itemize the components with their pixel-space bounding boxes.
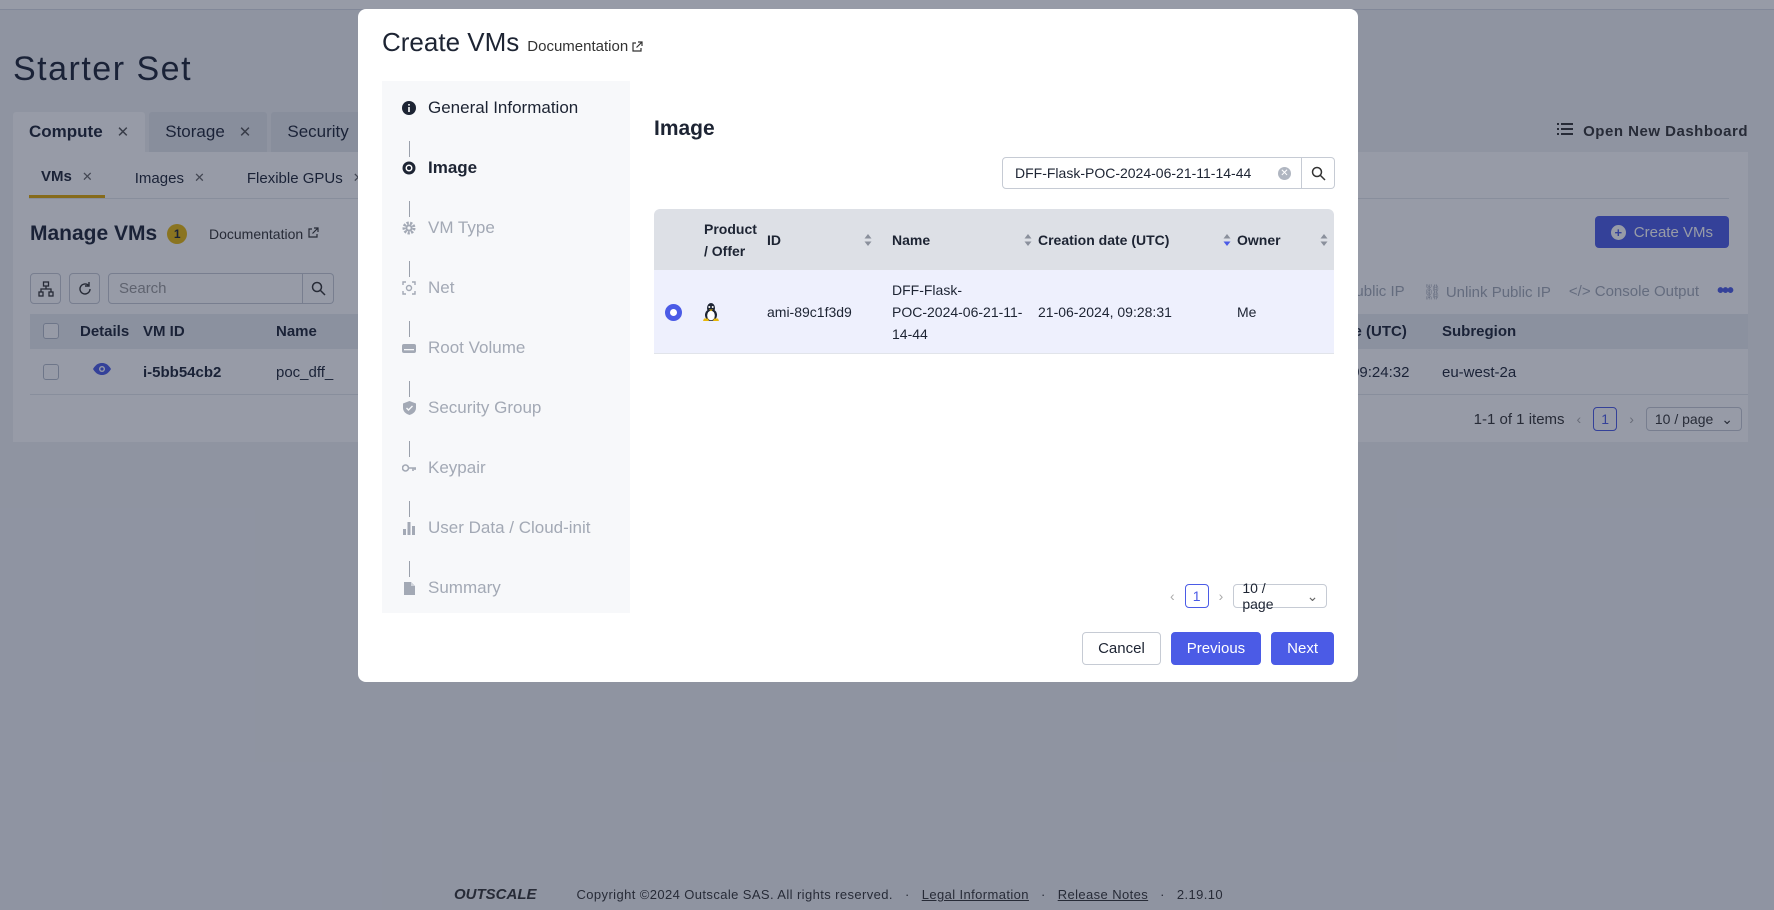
image-pagination: ‹ 1 › 10 / page ⌄ — [1170, 580, 1328, 612]
net-icon — [402, 281, 416, 295]
col-creation-label: Creation date (UTC) — [1038, 231, 1170, 248]
col-name-label: Name — [892, 231, 931, 248]
disk-icon — [402, 341, 416, 355]
col-product-line2: / Offer — [704, 242, 746, 259]
page-size-select[interactable]: 10 / page ⌄ — [1233, 580, 1328, 612]
col-creation[interactable]: Creation date (UTC) — [1038, 209, 1237, 270]
col-id[interactable]: ID — [767, 209, 878, 270]
page-number[interactable]: 1 — [1184, 584, 1209, 608]
step-connector — [409, 441, 410, 457]
step-label: User Data / Cloud-init — [428, 518, 591, 537]
shield-icon — [402, 401, 416, 415]
chevron-right-icon[interactable]: › — [1219, 588, 1224, 604]
image-search-button[interactable] — [1302, 157, 1335, 189]
modal-documentation-link[interactable]: Documentation — [527, 38, 643, 55]
image-search: DFF-Flask-POC-2024-06-21-11-14-44 ✕ — [1002, 157, 1335, 189]
modal-header: Create VMs Documentation — [382, 27, 643, 58]
key-icon — [402, 461, 416, 475]
external-link-icon — [632, 40, 643, 52]
search-value: DFF-Flask-POC-2024-06-21-11-14-44 — [1015, 165, 1252, 181]
sort-icon — [1320, 234, 1328, 246]
radio-selected-icon — [665, 303, 682, 321]
step-vm-type[interactable]: VM Type — [402, 218, 495, 238]
bar-chart-icon — [402, 521, 416, 535]
search-icon — [1311, 166, 1326, 181]
step-user-data[interactable]: User Data / Cloud-init — [402, 518, 591, 538]
col-owner[interactable]: Owner — [1237, 209, 1334, 270]
image-search-input[interactable]: DFF-Flask-POC-2024-06-21-11-14-44 ✕ — [1002, 157, 1302, 189]
step-label: Keypair — [428, 458, 486, 477]
step-label: Image — [428, 158, 478, 177]
chevron-down-icon: ⌄ — [1306, 587, 1319, 604]
create-vms-modal: Create VMs Documentation General Informa… — [358, 9, 1358, 682]
modal-footer: Cancel Previous Next — [1082, 632, 1334, 665]
step-connector — [409, 321, 410, 337]
modal-title: Create VMs — [382, 27, 520, 57]
sort-desc-icon — [1223, 234, 1231, 246]
col-product-offer: Product / Offer — [704, 209, 757, 270]
step-connector — [409, 381, 410, 397]
row-creation: 21-06-2024, 09:28:31 — [1038, 304, 1172, 320]
row-owner: Me — [1237, 304, 1257, 320]
step-label: Net — [428, 278, 455, 297]
step-label: Security Group — [428, 398, 542, 417]
step-connector — [409, 261, 410, 277]
step-image[interactable]: Image — [402, 158, 477, 178]
sort-icon — [1024, 234, 1032, 246]
step-label: Root Volume — [428, 338, 526, 357]
info-icon — [402, 101, 416, 115]
row-name: DFF-Flask- POC-2024-06-21-11- 14-44 — [892, 270, 1022, 354]
chevron-left-icon[interactable]: ‹ — [1170, 588, 1175, 604]
linux-tux-icon — [702, 270, 720, 354]
table-row[interactable]: ami-89c1f3d9 DFF-Flask- POC-2024-06-21-1… — [654, 270, 1334, 354]
section-title: Image — [654, 117, 715, 140]
row-name-line2: POC-2024-06-21-11- — [892, 304, 1023, 320]
sort-icon — [864, 234, 872, 246]
row-radio[interactable] — [665, 270, 682, 354]
step-label: General Information — [428, 98, 579, 117]
col-name[interactable]: Name — [892, 209, 1038, 270]
image-table: Product / Offer ID Name Creation date (U… — [654, 209, 1334, 354]
step-connector — [409, 201, 410, 217]
step-label: Summary — [428, 578, 501, 597]
step-connector — [409, 561, 410, 577]
document-icon — [402, 581, 416, 595]
step-summary[interactable]: Summary — [402, 578, 501, 598]
step-keypair[interactable]: Keypair — [402, 458, 486, 478]
step-label: VM Type — [428, 218, 495, 237]
image-table-header: Product / Offer ID Name Creation date (U… — [654, 209, 1334, 270]
previous-button[interactable]: Previous — [1170, 632, 1262, 665]
step-general-information[interactable]: General Information — [402, 98, 578, 118]
page-size-value: 10 / page — [1242, 580, 1274, 612]
row-name-line1: DFF-Flask- — [892, 282, 962, 298]
gear-icon — [402, 221, 416, 235]
documentation-label: Documentation — [527, 38, 629, 55]
col-owner-label: Owner — [1237, 231, 1281, 248]
step-net[interactable]: Net — [402, 278, 454, 298]
row-name-line3: 14-44 — [892, 326, 928, 342]
step-root-volume[interactable]: Root Volume — [402, 338, 525, 358]
step-security-group[interactable]: Security Group — [402, 398, 541, 418]
step-connector — [409, 501, 410, 517]
cancel-button[interactable]: Cancel — [1082, 632, 1161, 665]
step-connector — [409, 141, 410, 157]
row-id: ami-89c1f3d9 — [767, 304, 852, 320]
col-id-label: ID — [767, 231, 781, 248]
radio-current-icon — [402, 161, 416, 175]
clear-icon[interactable]: ✕ — [1278, 167, 1291, 180]
wizard-steps: General Information Image VM Type Net Ro… — [382, 81, 630, 613]
col-product-line1: Product — [704, 220, 757, 237]
next-button[interactable]: Next — [1271, 632, 1334, 665]
